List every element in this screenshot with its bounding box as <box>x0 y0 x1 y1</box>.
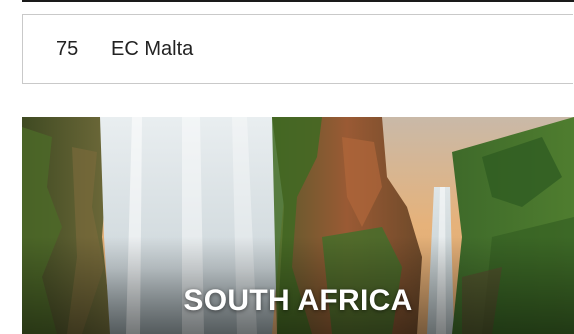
school-name: EC Malta <box>111 37 194 60</box>
list-item-ec-malta[interactable]: 75 EC Malta <box>22 14 573 84</box>
divider <box>22 0 574 2</box>
destination-card-south-africa[interactable]: SOUTH AFRICA <box>22 117 574 334</box>
rank-number: 75 <box>56 37 79 60</box>
destination-title: SOUTH AFRICA <box>183 284 413 317</box>
page: 75 EC Malta SOUTH AFRICA <box>0 0 574 334</box>
